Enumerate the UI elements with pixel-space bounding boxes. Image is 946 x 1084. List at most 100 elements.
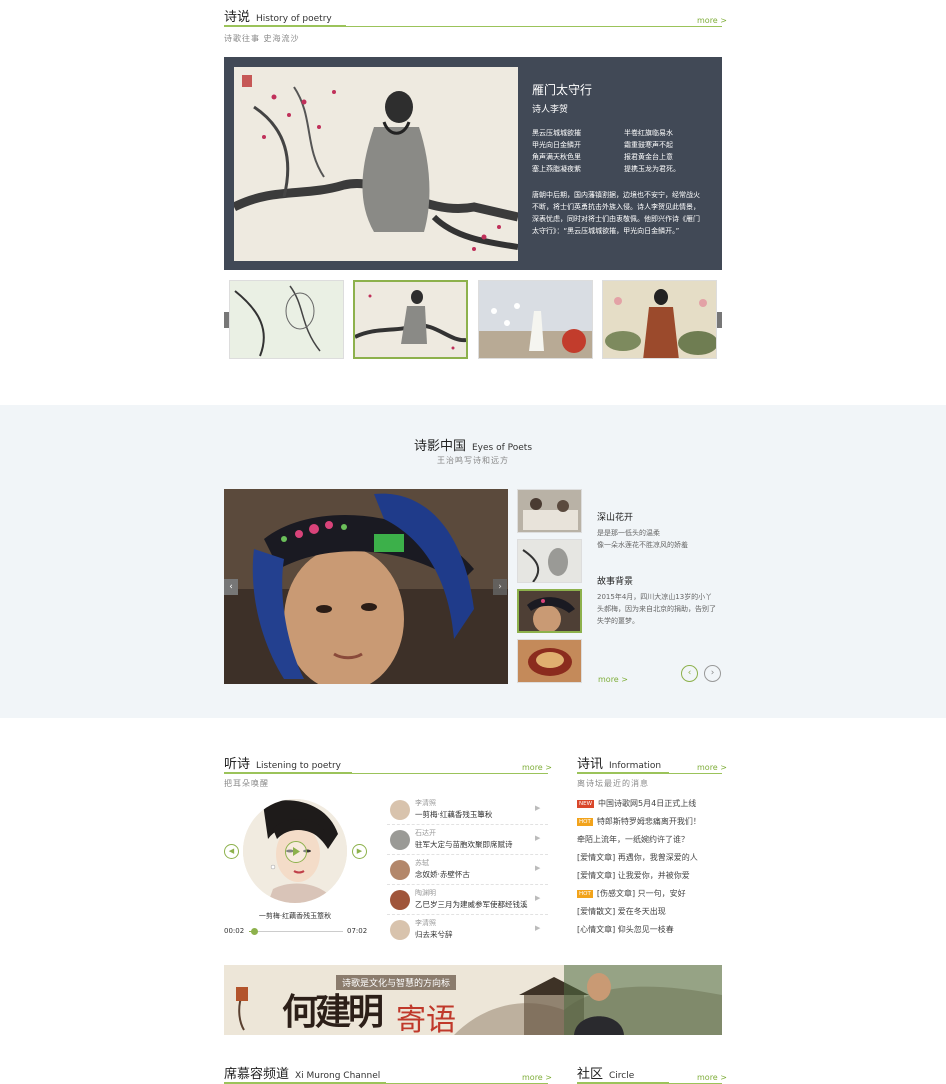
play-arrow-icon[interactable]: ▶ — [535, 894, 540, 902]
song-title: 一剪梅·红藕香残玉簟秋 — [415, 810, 493, 819]
poem-lines-right: 半卷红旗临易水 霜重鼓寒声不起 报君黄金台上意 提携玉龙为君死。 — [624, 127, 680, 175]
thumbnail-selected[interactable] — [353, 280, 468, 359]
next-track-button[interactable]: ▶ — [352, 844, 367, 859]
hot-badge: HOT — [577, 890, 593, 898]
playlist-item[interactable]: 石达开 驻军大定与苗胞欢聚即席赋诗 ▶ — [387, 825, 548, 855]
info-title: 诗讯 — [577, 757, 604, 772]
eyes-thumbnail[interactable] — [517, 539, 582, 583]
poem-line: 半卷红旗临易水 — [624, 129, 673, 137]
play-arrow-icon[interactable]: ▶ — [535, 834, 540, 842]
news-item[interactable]: 牵陌上流年，一纸婉约许了谁？ — [577, 831, 722, 849]
news-text[interactable]: [爱情散文] 爱在冬天出现 — [577, 907, 666, 916]
eyes-carousel-next-button[interactable]: › — [704, 665, 721, 682]
thumbnail[interactable] — [478, 280, 593, 359]
news-item[interactable]: HOT 特郎斯特罗姆悲痛离开我们！ — [577, 813, 722, 831]
news-text[interactable]: 中国诗歌网5月4日正式上线 — [598, 799, 696, 808]
previous-track-button[interactable]: ◀ — [224, 844, 239, 859]
song-title: 乙巳岁三月为建威参军使都经钱溪 — [415, 900, 528, 909]
thumbnail-image — [519, 591, 580, 631]
thumbnail-image — [479, 281, 592, 358]
play-button[interactable] — [285, 841, 307, 863]
time-total: 07:02 — [347, 927, 368, 935]
song-author: 陶渊明 — [415, 889, 436, 897]
play-arrow-icon[interactable]: ▶ — [535, 864, 540, 872]
poem-line: 提携玉龙为君死。 — [624, 165, 680, 173]
song-title: 驻军大定与苗胞欢聚即席赋诗 — [415, 840, 513, 849]
playlist-item[interactable]: 李清照 一剪梅·红藕香残玉簟秋 ▶ — [387, 795, 548, 825]
avatar — [390, 890, 410, 910]
playlist-item[interactable]: 李清照 归去来兮辞 ▶ — [387, 915, 548, 945]
poem-title: 雁门太守行 — [532, 83, 593, 97]
poem-description: 唐朝中后期，国内藩镇割据，边境也不安宁，经常战火不断，将士们英勇抗击外族入侵。诗… — [532, 191, 700, 235]
eyes-prev-button[interactable]: ‹ — [224, 579, 238, 595]
poem-author: 诗人李贺 — [532, 105, 569, 115]
ximurong-title-en: Xi Murong Channel — [295, 1071, 381, 1081]
eyes-subtitle: 王治鸣写诗和远方 — [437, 456, 509, 465]
circle-more-link[interactable]: more > — [697, 1073, 727, 1082]
story2-text: 2015年4月，四川大凉山13岁的小丫头郝梅，因为来自北京的捐助，告别了失学的噩… — [597, 593, 716, 625]
news-text[interactable]: 牵陌上流年，一纸婉约许了谁？ — [577, 835, 689, 844]
now-playing-title: 一剪梅·红藕香残玉簟秋 — [258, 912, 332, 920]
news-item[interactable]: [爱情散文] 爱在冬天出现 — [577, 903, 722, 921]
news-text[interactable]: [伤感文章] 只一句，安好 — [597, 889, 686, 898]
poem-line: 塞上燕脂凝夜紫 — [532, 165, 581, 173]
news-item[interactable]: NEW 中国诗歌网5月4日正式上线 — [577, 795, 722, 813]
banner-ad[interactable]: 诗歌是文化与智慧的方向标 何建明 寄语 — [224, 965, 722, 1035]
eyes-next-button[interactable]: › — [493, 579, 507, 595]
chevron-left-icon: ‹ — [687, 668, 692, 678]
thumbnail[interactable] — [229, 280, 344, 359]
avatar — [390, 860, 410, 880]
news-item[interactable]: [心情文章] 仰头忽见一枝春 — [577, 921, 722, 939]
history-title: 诗说 — [224, 10, 251, 25]
playlist-item[interactable]: 苏轼 念奴娇·赤壁怀古 ▶ — [387, 855, 548, 885]
play-icon — [293, 847, 300, 856]
story1-title: 深山花开 — [597, 513, 634, 523]
news-text[interactable]: 特郎斯特罗姆悲痛离开我们！ — [597, 817, 701, 826]
poem-slide: 雁门太守行 诗人李贺 黑云压城城欲摧 甲光向日金鳞开 角声满天秋色里 塞上燕脂凝… — [224, 57, 722, 270]
song-author: 石达开 — [415, 829, 436, 837]
progress-handle[interactable] — [251, 928, 258, 935]
circle-title-en: Circle — [609, 1071, 635, 1081]
thumbnail-image — [518, 540, 581, 582]
history-more-link[interactable]: more > — [697, 16, 727, 25]
news-item[interactable]: [爱情文章] 让我爱你，并被你爱 — [577, 867, 722, 885]
chevron-right-icon: › — [710, 668, 715, 678]
info-more-link[interactable]: more > — [697, 763, 727, 772]
ximurong-more-link[interactable]: more > — [522, 1073, 552, 1082]
thumbnail-image — [355, 282, 466, 357]
eyes-thumbnail[interactable] — [517, 489, 582, 533]
eyes-thumbnail[interactable] — [517, 639, 582, 683]
poem-painting — [234, 67, 518, 261]
history-header: 诗说 History of poetry — [224, 6, 722, 25]
news-item[interactable]: HOT [伤感文章] 只一句，安好 — [577, 885, 722, 903]
play-arrow-icon[interactable]: ▶ — [535, 924, 540, 932]
eyes-thumbnail-selected[interactable] — [517, 589, 582, 633]
skip-forward-icon: ▶ — [356, 847, 363, 855]
poem-line: 角声满天秋色里 — [532, 153, 581, 161]
story1-text: 是是那一低头的温柔 像一朵水莲花不胜凉风的娇羞 — [597, 529, 688, 549]
thumbnail[interactable] — [602, 280, 717, 359]
play-arrow-icon[interactable]: ▶ — [535, 804, 540, 812]
song-title: 念奴娇·赤壁怀古 — [415, 870, 470, 879]
progress-track[interactable] — [249, 931, 343, 932]
skip-back-icon: ◀ — [228, 847, 235, 855]
poem-line: 黑云压城城欲摧 — [532, 129, 581, 137]
playlist: 李清照 一剪梅·红藕香残玉簟秋 ▶ 石达开 驻军大定与苗胞欢聚即席赋诗 ▶ 苏轼… — [387, 795, 548, 945]
eyes-carousel-prev-button[interactable]: ‹ — [681, 665, 698, 682]
listen-title: 听诗 — [224, 757, 251, 772]
poem-line: 报君黄金台上意 — [624, 153, 673, 161]
eyes-more-link[interactable]: more > — [598, 675, 628, 684]
news-text[interactable]: [心情文章] 仰头忽见一枝春 — [577, 925, 674, 934]
listen-subtitle: 把耳朵唤醒 — [224, 779, 269, 788]
playlist-item[interactable]: 陶渊明 乙巳岁三月为建威参军使都经钱溪 ▶ — [387, 885, 548, 915]
banner-name: 何建明 — [282, 991, 384, 1033]
info-subtitle: 离诗坛最近的消息 — [577, 779, 649, 788]
news-item[interactable]: [爱情文章] 再遇你，我曾深爱的人 — [577, 849, 722, 867]
news-text[interactable]: [爱情文章] 让我爱你，并被你爱 — [577, 871, 690, 880]
info-divider-accent — [577, 772, 669, 774]
thumbnail-image — [230, 281, 343, 358]
poem-line: 霜重鼓寒声不起 — [624, 141, 673, 149]
listen-more-link[interactable]: more > — [522, 763, 552, 772]
avatar — [390, 920, 410, 940]
news-text[interactable]: [爱情文章] 再遇你，我曾深爱的人 — [577, 853, 698, 862]
